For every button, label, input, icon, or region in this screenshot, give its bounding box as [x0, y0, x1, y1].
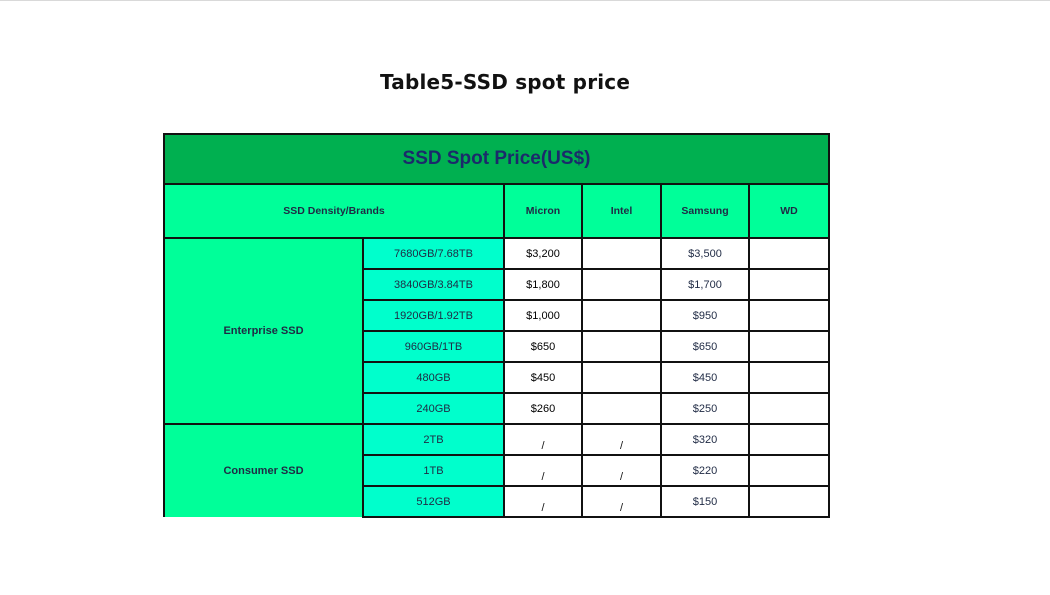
- price-cell-wd: [748, 423, 830, 456]
- price-cell-intel: /: [581, 485, 662, 518]
- density-cell: 480GB: [362, 361, 505, 394]
- category-cell: Consumer SSD: [163, 423, 364, 517]
- top-divider: [0, 0, 1050, 1]
- density-cell: 960GB/1TB: [362, 330, 505, 363]
- price-cell-micron: /: [503, 423, 583, 456]
- price-cell-wd: [748, 454, 830, 487]
- header-brand-wd: WD: [748, 183, 830, 239]
- price-cell-samsung: $150: [660, 485, 750, 518]
- price-cell-wd: [748, 485, 830, 518]
- header-brand-intel: Intel: [581, 183, 662, 239]
- price-cell-samsung: $220: [660, 454, 750, 487]
- price-cell-intel: [581, 237, 662, 270]
- price-cell-micron: $1,800: [503, 268, 583, 301]
- header-density-brands: SSD Density/Brands: [163, 183, 505, 239]
- table-row: Consumer SSD 2TB / / $320: [163, 423, 830, 517]
- not-available-mark: /: [541, 470, 545, 483]
- price-cell-wd: [748, 299, 830, 332]
- price-cell-micron: $260: [503, 392, 583, 425]
- ssd-price-table: SSD Spot Price(US$) SSD Density/Brands M…: [163, 133, 830, 518]
- price-cell-intel: [581, 361, 662, 394]
- price-cell-samsung: $1,700: [660, 268, 750, 301]
- price-cell-samsung: $3,500: [660, 237, 750, 270]
- density-cell: 1920GB/1.92TB: [362, 299, 505, 332]
- price-cell-intel: /: [581, 423, 662, 456]
- price-cell-intel: /: [581, 454, 662, 487]
- price-cell-wd: [748, 392, 830, 425]
- not-available-mark: /: [541, 439, 545, 452]
- density-cell: 3840GB/3.84TB: [362, 268, 505, 301]
- document-title: Table5-SSD spot price: [380, 70, 631, 94]
- price-cell-samsung: $250: [660, 392, 750, 425]
- price-cell-micron: $650: [503, 330, 583, 363]
- category-cell: Enterprise SSD: [163, 237, 364, 425]
- density-cell: 512GB: [362, 485, 505, 518]
- header-brand-samsung: Samsung: [660, 183, 750, 239]
- price-cell-wd: [748, 330, 830, 363]
- price-cell-intel: [581, 330, 662, 363]
- price-cell-micron: $450: [503, 361, 583, 394]
- price-cell-samsung: $650: [660, 330, 750, 363]
- density-cell: 7680GB/7.68TB: [362, 237, 505, 270]
- price-cell-micron: /: [503, 454, 583, 487]
- price-cell-intel: [581, 392, 662, 425]
- header-brand-micron: Micron: [503, 183, 583, 239]
- price-cell-intel: [581, 268, 662, 301]
- price-cell-micron: /: [503, 485, 583, 518]
- price-cell-samsung: $320: [660, 423, 750, 456]
- density-cell: 240GB: [362, 392, 505, 425]
- price-cell-samsung: $450: [660, 361, 750, 394]
- not-available-mark: /: [619, 470, 624, 483]
- table-banner: SSD Spot Price(US$): [163, 133, 830, 185]
- price-cell-wd: [748, 361, 830, 394]
- price-cell-micron: $1,000: [503, 299, 583, 332]
- table-row: Enterprise SSD 7680GB/7.68TB $3,200 $3,500: [163, 237, 830, 425]
- not-available-mark: /: [619, 501, 624, 514]
- density-cell: 1TB: [362, 454, 505, 487]
- price-cell-samsung: $950: [660, 299, 750, 332]
- density-cell: 2TB: [362, 423, 505, 456]
- price-cell-wd: [748, 237, 830, 270]
- not-available-mark: /: [619, 439, 624, 452]
- not-available-mark: /: [541, 501, 545, 514]
- price-cell-wd: [748, 268, 830, 301]
- price-cell-micron: $3,200: [503, 237, 583, 270]
- price-cell-intel: [581, 299, 662, 332]
